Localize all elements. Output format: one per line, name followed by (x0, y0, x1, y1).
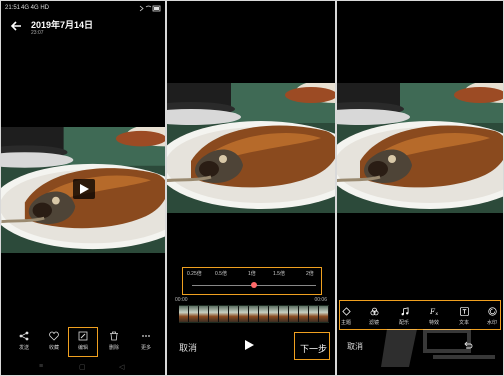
cancel-button[interactable]: 取消 (347, 341, 363, 352)
speed-option[interactable]: 2倍 (306, 270, 314, 277)
heart-icon (49, 331, 59, 341)
next-button[interactable]: 下一步 (300, 342, 327, 355)
favorite-label: 收藏 (48, 345, 59, 351)
trash-icon (110, 331, 118, 341)
filmstrip-frame (299, 306, 309, 322)
video-preview[interactable] (167, 83, 335, 213)
share-icon (19, 331, 29, 341)
gallery-detail-screen: 21:51 4G 4G HD 2019年7月14日 23:07 发送 收藏 编辑… (1, 1, 165, 375)
filmstrip-frame (319, 306, 329, 322)
filmstrip-frame (179, 306, 189, 322)
filmstrip-frame (229, 306, 239, 322)
svg-text:x: x (435, 312, 438, 316)
speed-slider-thumb[interactable] (251, 282, 257, 288)
delete-label: 删除 (108, 345, 119, 351)
edit-highlight (68, 327, 98, 357)
system-nav-bar: ≡ ▢ ◁ (1, 363, 165, 373)
more-icon (142, 335, 150, 337)
share-label: 发送 (18, 345, 29, 351)
filmstrip-frame (269, 306, 279, 322)
timeline-times: 00:00 00:06 (175, 297, 327, 304)
status-icons (139, 5, 161, 14)
status-bar: 21:51 4G 4G HD (5, 5, 161, 15)
filmstrip-frame (219, 306, 229, 322)
effects-edit-screen: 主题 滤镜 配乐 Fx 特效 文本 水印 取消 (337, 1, 503, 375)
play-icon[interactable] (245, 340, 254, 350)
site-logo-watermark (381, 329, 495, 367)
more-label: 更多 (140, 345, 151, 351)
page-subtitle: 23:07 (31, 30, 44, 36)
music-icon (401, 307, 409, 316)
theme-icon (341, 307, 351, 316)
play-icon (80, 184, 89, 194)
more-button[interactable]: 更多 (131, 331, 161, 351)
speed-option[interactable]: 0.5倍 (215, 270, 227, 277)
delete-button[interactable]: 删除 (99, 331, 129, 351)
filmstrip-frame (209, 306, 219, 322)
speed-option[interactable]: 1倍 (248, 270, 256, 277)
speed-option[interactable]: 1.5倍 (273, 270, 285, 277)
video-preview[interactable] (337, 83, 503, 213)
time-end: 00:06 (314, 297, 327, 303)
filter-icon (370, 307, 378, 316)
timeline-filmstrip[interactable] (179, 305, 329, 323)
filmstrip-frame (239, 306, 249, 322)
filmstrip-frame (249, 306, 259, 322)
filmstrip-frame (279, 306, 289, 322)
speed-options: 0.25倍 0.5倍 1倍 1.5倍 2倍 (185, 270, 321, 278)
filmstrip-frame (259, 306, 269, 322)
speed-option[interactable]: 0.25倍 (187, 270, 202, 277)
time-start: 00:00 (175, 297, 188, 303)
filmstrip-frame (189, 306, 199, 322)
speed-edit-screen: 0.25倍 0.5倍 1倍 1.5倍 2倍 00:00 00:06 取消 下一步 (167, 1, 335, 375)
nav-home-icon[interactable]: ▢ (79, 363, 86, 371)
effects-icon: Fx (430, 307, 438, 316)
nav-menu-icon[interactable]: ≡ (39, 363, 43, 370)
battery-icon (139, 5, 161, 12)
tool-label: 主题 (340, 320, 351, 326)
play-button[interactable] (73, 179, 95, 199)
share-button[interactable]: 发送 (9, 331, 39, 351)
text-icon (459, 307, 469, 316)
cancel-button[interactable]: 取消 (179, 341, 197, 354)
filmstrip-frame (309, 306, 319, 322)
filmstrip-frame (289, 306, 299, 322)
filmstrip-frame (199, 306, 209, 322)
nav-back-icon[interactable]: ◁ (119, 363, 124, 371)
back-arrow-icon[interactable] (9, 19, 23, 33)
status-indicators: 4G 4G HD (21, 5, 50, 11)
tool-theme[interactable]: 主题 (337, 307, 359, 326)
favorite-button[interactable]: 收藏 (39, 331, 69, 351)
watermark-icon (487, 307, 497, 316)
status-time: 21:51 (5, 5, 21, 11)
